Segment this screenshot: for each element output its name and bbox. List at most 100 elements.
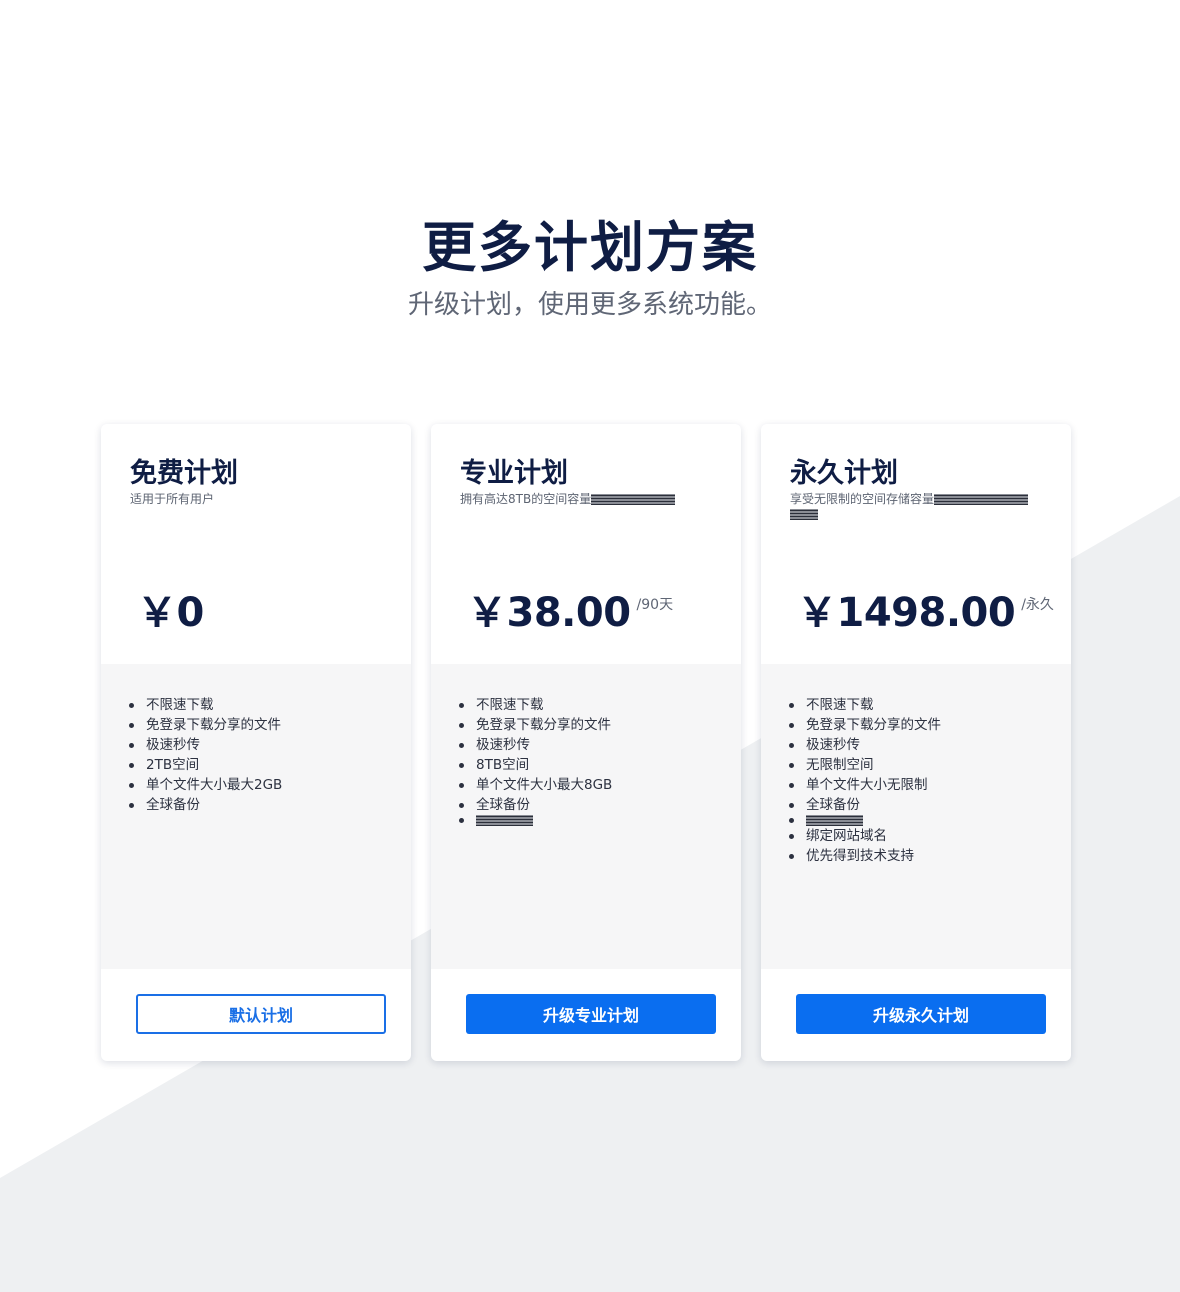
- plan-card-free: 免费计划 适用于所有用户 ￥0 不限速下载 免登录下载分享的文件 极速秒传 2T…: [101, 424, 411, 1061]
- bullet-icon: [459, 742, 464, 748]
- list-item: 单个文件大小最大8GB: [459, 775, 741, 795]
- price-row: ￥1498.00 /永久: [797, 588, 1054, 638]
- bullet-icon: [129, 742, 134, 748]
- plan-description: 拥有高达8TB的空间容量: [460, 492, 712, 507]
- feature-text: 单个文件大小最大8GB: [476, 777, 613, 793]
- list-item: 全球备份: [459, 795, 741, 815]
- redacted-text: [591, 494, 676, 505]
- redacted-text: [790, 509, 818, 520]
- plan-period: /永久: [1021, 597, 1054, 613]
- feature-section: 不限速下载 免登录下载分享的文件 极速秒传 8TB空间 单个文件大小最大8GB …: [431, 664, 741, 969]
- plan-description-text: 享受无限制的空间存储容量: [790, 492, 935, 506]
- feature-list: 不限速下载 免登录下载分享的文件 极速秒传 2TB空间 单个文件大小最大2GB …: [101, 695, 411, 815]
- price-row: ￥0: [137, 588, 204, 638]
- feature-list: 不限速下载 免登录下载分享的文件 极速秒传 8TB空间 单个文件大小最大8GB …: [431, 695, 741, 826]
- feature-section: 不限速下载 免登录下载分享的文件 极速秒传 无限制空间 单个文件大小无限制 全球…: [761, 664, 1071, 969]
- feature-section: 不限速下载 免登录下载分享的文件 极速秒传 2TB空间 单个文件大小最大2GB …: [101, 664, 411, 969]
- plan-card-footer: 升级永久计划: [761, 969, 1071, 1061]
- list-item: 免登录下载分享的文件: [789, 715, 1071, 735]
- feature-text: 单个文件大小无限制: [806, 777, 928, 793]
- feature-text: 不限速下载: [476, 697, 544, 713]
- plan-card-header: 免费计划 适用于所有用户 ￥0: [101, 424, 411, 664]
- redacted-text: [476, 815, 533, 826]
- plan-description: 享受无限制的空间存储容量: [790, 492, 1042, 522]
- list-item: 不限速下载: [129, 695, 411, 715]
- feature-text: 免登录下载分享的文件: [476, 717, 611, 733]
- bullet-icon: [129, 702, 134, 708]
- list-item: 绑定网站域名: [789, 826, 1071, 846]
- list-item: 全球备份: [789, 795, 1071, 815]
- feature-text: 全球备份: [476, 797, 530, 813]
- bullet-icon: [789, 782, 794, 788]
- feature-list: 不限速下载 免登录下载分享的文件 极速秒传 无限制空间 单个文件大小无限制 全球…: [761, 695, 1071, 866]
- feature-text: 极速秒传: [476, 737, 530, 753]
- upgrade-lifetime-button[interactable]: 升级永久计划: [796, 994, 1046, 1034]
- plan-price: ￥1498.00: [797, 590, 1016, 636]
- list-item: 极速秒传: [129, 735, 411, 755]
- upgrade-pro-button[interactable]: 升级专业计划: [466, 994, 716, 1034]
- list-item: 极速秒传: [789, 735, 1071, 755]
- bullet-icon: [789, 702, 794, 708]
- bullet-icon: [459, 802, 464, 808]
- list-item: 无限制空间: [789, 755, 1071, 775]
- feature-text: 极速秒传: [146, 737, 200, 753]
- plan-card-lifetime: 永久计划 享受无限制的空间存储容量 ￥1498.00 /永久 不限速下载 免登录…: [761, 424, 1071, 1061]
- bullet-icon: [129, 762, 134, 768]
- plan-price: ￥0: [137, 590, 204, 636]
- list-item: 极速秒传: [459, 735, 741, 755]
- bullet-icon: [129, 782, 134, 788]
- bullet-icon: [459, 702, 464, 708]
- plan-price: ￥38.00: [467, 590, 631, 636]
- bullet-icon: [459, 818, 464, 823]
- price-row: ￥38.00 /90天: [467, 588, 673, 638]
- feature-text: 无限制空间: [806, 757, 874, 773]
- plan-card-footer: 升级专业计划: [431, 969, 741, 1061]
- feature-text: 免登录下载分享的文件: [806, 717, 941, 733]
- list-item: 不限速下载: [459, 695, 741, 715]
- bullet-icon: [789, 762, 794, 768]
- list-item: 不限速下载: [789, 695, 1071, 715]
- plan-name: 永久计划: [790, 458, 898, 489]
- plan-card-header: 永久计划 享受无限制的空间存储容量 ￥1498.00 /永久: [761, 424, 1071, 664]
- bullet-icon: [789, 853, 794, 859]
- bullet-icon: [459, 722, 464, 728]
- bullet-icon: [789, 818, 794, 823]
- feature-text: 全球备份: [806, 797, 860, 813]
- feature-text: 绑定网站域名: [806, 828, 887, 844]
- redacted-text: [806, 815, 863, 826]
- feature-text: 不限速下载: [806, 697, 874, 713]
- list-item: 免登录下载分享的文件: [129, 715, 411, 735]
- plan-period: /90天: [636, 597, 674, 613]
- list-item: 8TB空间: [459, 755, 741, 775]
- bullet-icon: [789, 802, 794, 808]
- plan-name: 免费计划: [130, 458, 238, 489]
- list-item: 全球备份: [129, 795, 411, 815]
- default-plan-button[interactable]: 默认计划: [136, 994, 386, 1034]
- bullet-icon: [459, 762, 464, 768]
- feature-text: 8TB空间: [476, 757, 530, 773]
- feature-text: 不限速下载: [146, 697, 214, 713]
- bullet-icon: [459, 782, 464, 788]
- list-item: 2TB空间: [129, 755, 411, 775]
- list-item: 单个文件大小最大2GB: [129, 775, 411, 795]
- plan-description: 适用于所有用户: [130, 492, 215, 506]
- page-subtitle: 升级计划，使用更多系统功能。: [407, 290, 772, 320]
- plan-cards: 免费计划 适用于所有用户 ￥0 不限速下载 免登录下载分享的文件 极速秒传 2T…: [101, 424, 1071, 1061]
- feature-text: 2TB空间: [146, 757, 200, 773]
- bullet-icon: [129, 722, 134, 728]
- page-title: 更多计划方案: [422, 216, 758, 279]
- bullet-icon: [789, 722, 794, 728]
- redacted-text: [934, 494, 1029, 505]
- list-item: 优先得到技术支持: [789, 846, 1071, 866]
- bullet-icon: [129, 802, 134, 808]
- feature-text: 免登录下载分享的文件: [146, 717, 281, 733]
- bullet-icon: [789, 833, 794, 839]
- feature-text: 极速秒传: [806, 737, 860, 753]
- list-item: 免登录下载分享的文件: [459, 715, 741, 735]
- list-item: 单个文件大小无限制: [789, 775, 1071, 795]
- feature-text: 全球备份: [146, 797, 200, 813]
- list-item: [459, 815, 741, 826]
- bullet-icon: [789, 742, 794, 748]
- feature-text: 优先得到技术支持: [806, 848, 914, 864]
- plan-card-header: 专业计划 拥有高达8TB的空间容量 ￥38.00 /90天: [431, 424, 741, 664]
